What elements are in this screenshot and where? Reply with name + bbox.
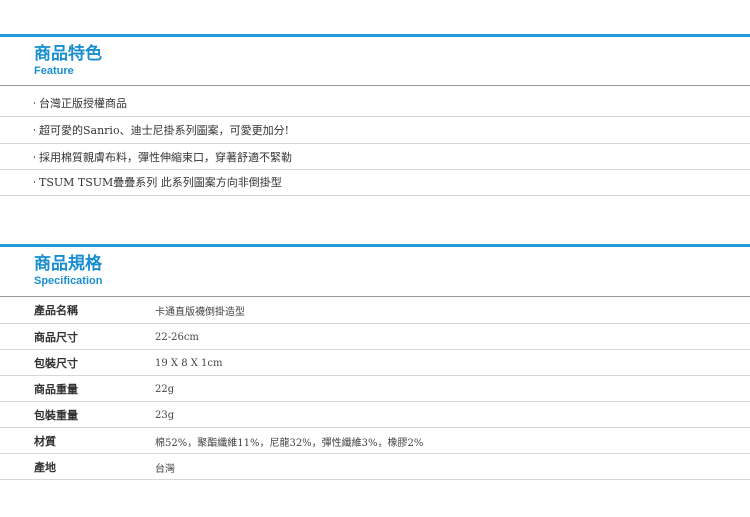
feature-item: ‧ 台灣正版授權商品 (0, 90, 750, 116)
spec-value: 19 X 8 X 1cm (155, 357, 223, 369)
feature-item-text: 採用棉質親膚布料，彈性伸縮束口，穿著舒適不緊勒 (39, 151, 292, 164)
spec-value: 22g (155, 383, 175, 395)
feature-item-text: 台灣正版授權商品 (39, 97, 127, 110)
feature-top-bar (0, 34, 750, 37)
feature-subtitle: Feature (34, 65, 74, 77)
feature-header-divider (0, 85, 750, 86)
bullet-mark: ‧ (32, 96, 37, 110)
feature-item: ‧ 超可愛的Sanrio、迪士尼掛系列圖案，可愛更加分! (0, 117, 750, 143)
spec-value: 卡通直版襪倒掛造型 (155, 306, 245, 318)
spec-label: 包裝尺寸 (34, 357, 78, 370)
feature-item: ‧ TSUM TSUM疊疊系列 此系列圖案方向非倒掛型 (0, 169, 750, 195)
bullet-mark: ‧ (32, 175, 37, 189)
spec-row: 材質 棉52%，聚酯纖維11%，尼龍32%，彈性纖維3%，橡膠2% (0, 428, 750, 454)
feature-title: 商品特色 (34, 44, 102, 64)
feature-item-text: TSUM TSUM疊疊系列 此系列圖案方向非倒掛型 (39, 176, 282, 189)
spec-value: 台灣 (155, 463, 175, 475)
spec-title: 商品規格 (34, 254, 102, 274)
spec-label: 商品尺寸 (34, 331, 78, 344)
row-divider (0, 195, 750, 196)
spec-label: 商品重量 (34, 383, 78, 396)
spec-row: 產品名稱 卡通直版襪倒掛造型 (0, 297, 750, 323)
spec-row: 包裝重量 23g (0, 402, 750, 428)
row-divider (0, 479, 750, 480)
spec-label: 包裝重量 (34, 409, 78, 422)
spec-label: 產地 (34, 461, 56, 474)
bullet-mark: ‧ (32, 150, 37, 164)
spec-top-bar (0, 244, 750, 247)
spec-value: 23g (155, 409, 175, 421)
spec-row: 產地 台灣 (0, 454, 750, 480)
feature-item: ‧ 採用棉質親膚布料，彈性伸縮束口，穿著舒適不緊勒 (0, 144, 750, 170)
bullet-mark: ‧ (32, 123, 37, 137)
spec-row: 包裝尺寸 19 X 8 X 1cm (0, 350, 750, 376)
spec-value: 棉52%，聚酯纖維11%，尼龍32%，彈性纖維3%，橡膠2% (155, 437, 424, 449)
spec-row: 商品尺寸 22-26cm (0, 324, 750, 350)
spec-row: 商品重量 22g (0, 376, 750, 402)
spec-label: 材質 (34, 435, 56, 448)
spec-subtitle: Specification (34, 275, 103, 287)
feature-item-text: 超可愛的Sanrio、迪士尼掛系列圖案，可愛更加分! (39, 124, 289, 137)
spec-label: 產品名稱 (34, 304, 78, 317)
spec-value: 22-26cm (155, 331, 199, 343)
